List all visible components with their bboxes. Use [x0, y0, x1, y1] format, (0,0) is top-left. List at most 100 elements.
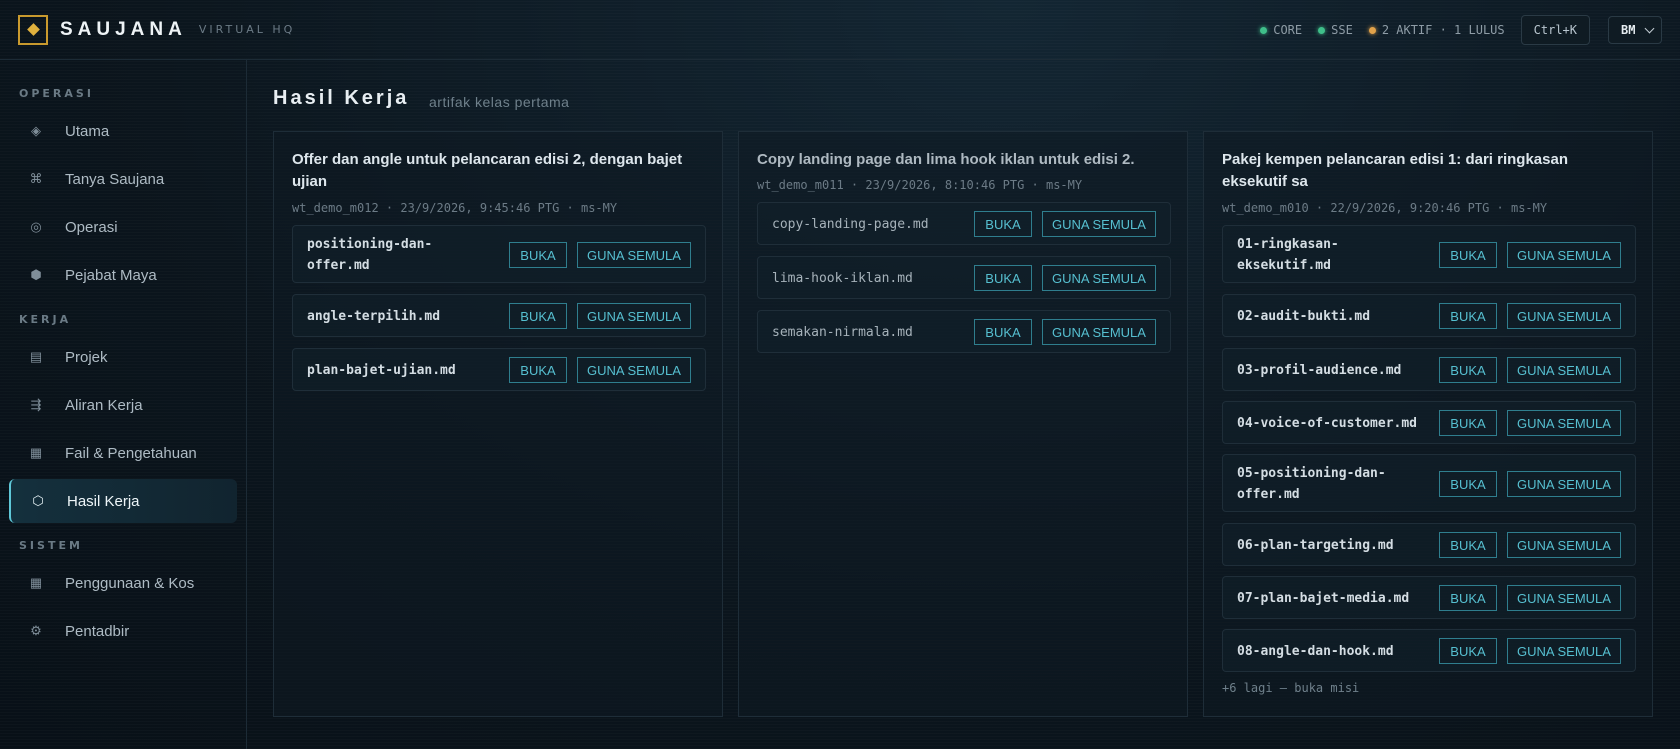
- open-button[interactable]: BUKA: [1439, 638, 1497, 664]
- core-status: CORE: [1260, 23, 1302, 37]
- file-row: 03-profil-audience.md BUKA GUNA SEMULA: [1222, 348, 1636, 391]
- file-row: 06-plan-targeting.md BUKA GUNA SEMULA: [1222, 523, 1636, 566]
- top-bar: SAUJANA VIRTUAL HQ CORE SSE 2 AKTIF · 1 …: [0, 0, 1680, 60]
- logo-icon: [18, 14, 48, 45]
- file-row: semakan-nirmala.md BUKA GUNA SEMULA: [757, 310, 1171, 353]
- sidebar-item-projek[interactable]: ▤ Projek: [9, 335, 237, 379]
- sidebar-item-label: Tanya Saujana: [65, 170, 165, 188]
- mission-title: Pakej kempen pelancaran edisi 1: dari ri…: [1222, 151, 1568, 190]
- sidebar-item-hasil-kerja[interactable]: ⬡ Hasil Kerja: [9, 479, 237, 523]
- open-button[interactable]: BUKA: [974, 319, 1032, 345]
- reuse-button[interactable]: GUNA SEMULA: [1507, 471, 1621, 497]
- language-value: BM: [1621, 23, 1636, 37]
- open-button[interactable]: BUKA: [1439, 303, 1497, 329]
- section-label-kerja: KERJA: [19, 313, 72, 326]
- brand-subtitle: VIRTUAL HQ: [198, 23, 296, 36]
- page-subtitle: artifak kelas pertama: [429, 94, 570, 110]
- sidebar-item-label: Pentadbir: [65, 622, 130, 640]
- file-row: 05-positioning-dan-offer.md BUKA GUNA SE…: [1222, 454, 1636, 512]
- file-name: plan-bajet-ujian.md: [307, 363, 456, 378]
- open-button[interactable]: BUKA: [1439, 357, 1497, 383]
- reuse-button[interactable]: GUNA SEMULA: [1507, 303, 1621, 329]
- sidebar-item-label: Projek: [65, 348, 108, 366]
- language-select[interactable]: BM: [1608, 16, 1662, 44]
- reuse-button[interactable]: GUNA SEMULA: [1042, 265, 1156, 291]
- reuse-button[interactable]: GUNA SEMULA: [1507, 410, 1621, 436]
- command-palette-button[interactable]: Ctrl+K: [1520, 15, 1590, 45]
- file-row: copy-landing-page.md BUKA GUNA SEMULA: [757, 202, 1171, 245]
- reuse-button[interactable]: GUNA SEMULA: [1042, 319, 1156, 345]
- core-status-label: CORE: [1273, 23, 1303, 37]
- sidebar-item-utama[interactable]: ◈ Utama: [9, 109, 237, 153]
- mission-title: Copy landing page dan lima hook iklan un…: [757, 151, 1135, 168]
- open-button[interactable]: BUKA: [974, 211, 1032, 237]
- file-row: angle-terpilih.md BUKA GUNA SEMULA: [292, 294, 706, 337]
- sidebar-item-fail-pengetahuan[interactable]: ▦ Fail & Pengetahuan: [9, 431, 237, 475]
- open-button[interactable]: BUKA: [509, 303, 567, 329]
- file-name: 02-audit-bukti.md: [1237, 309, 1371, 324]
- status-bar: CORE SSE 2 AKTIF · 1 LULUS Ctrl+K BM: [1260, 0, 1680, 60]
- open-button[interactable]: BUKA: [1439, 585, 1497, 611]
- diamond-icon: ◈: [31, 123, 41, 138]
- open-button[interactable]: BUKA: [509, 357, 567, 383]
- settings-icon: ⚙: [30, 623, 42, 638]
- file-row: plan-bajet-ujian.md BUKA GUNA SEMULA: [292, 348, 706, 391]
- sidebar-item-pentadbir[interactable]: ⚙ Pentadbir: [9, 609, 237, 653]
- file-row: 04-voice-of-customer.md BUKA GUNA SEMULA: [1222, 401, 1636, 444]
- mission-meta: wt_demo_m010 · 22/9/2026, 9:20:46 PTG · …: [1222, 201, 1548, 215]
- file-name: positioning-dan-offer.md: [307, 237, 433, 273]
- brand-name: SAUJANA: [60, 18, 187, 40]
- sidebar-item-penggunaan-kos[interactable]: ▦ Penggunaan & Kos: [9, 561, 237, 605]
- file-name: semakan-nirmala.md: [772, 325, 913, 340]
- reuse-button[interactable]: GUNA SEMULA: [1507, 357, 1621, 383]
- grid-icon: ▦: [29, 575, 43, 590]
- file-name: copy-landing-page.md: [772, 217, 929, 232]
- hexagon-icon: ⬢: [30, 267, 42, 282]
- mission-card: Offer dan angle untuk pelancaran edisi 2…: [273, 131, 723, 717]
- open-button[interactable]: BUKA: [1439, 410, 1497, 436]
- reuse-button[interactable]: GUNA SEMULA: [1507, 242, 1621, 268]
- sidebar-item-operasi[interactable]: ◎ Operasi: [9, 205, 237, 249]
- sidebar-item-aliran-kerja[interactable]: ⇶ Aliran Kerja: [9, 383, 237, 427]
- open-button[interactable]: BUKA: [1439, 242, 1497, 268]
- reuse-button[interactable]: GUNA SEMULA: [577, 357, 691, 383]
- file-name: 04-voice-of-customer.md: [1237, 416, 1418, 431]
- sidebar-item-label: Pejabat Maya: [65, 266, 157, 284]
- open-button[interactable]: BUKA: [1439, 471, 1497, 497]
- reuse-button[interactable]: GUNA SEMULA: [1507, 585, 1621, 611]
- mission-status-label: 2 AKTIF · 1 LULUS: [1381, 23, 1505, 37]
- section-label-sistem: SISTEM: [19, 539, 83, 552]
- mission-status: 2 AKTIF · 1 LULUS: [1368, 23, 1505, 37]
- mission-meta: wt_demo_m012 · 23/9/2026, 9:45:46 PTG · …: [292, 201, 618, 215]
- file-row: 08-angle-dan-hook.md BUKA GUNA SEMULA: [1222, 629, 1636, 672]
- sse-status-label: SSE: [1331, 23, 1353, 37]
- open-button[interactable]: BUKA: [1439, 532, 1497, 558]
- flow-icon: ⇶: [30, 397, 42, 412]
- file-row: 07-plan-bajet-media.md BUKA GUNA SEMULA: [1222, 576, 1636, 619]
- mission-meta: wt_demo_m011 · 23/9/2026, 8:10:46 PTG · …: [757, 178, 1083, 192]
- reuse-button[interactable]: GUNA SEMULA: [577, 303, 691, 329]
- file-name: 07-plan-bajet-media.md: [1237, 591, 1410, 606]
- reuse-button[interactable]: GUNA SEMULA: [1507, 532, 1621, 558]
- brand[interactable]: SAUJANA VIRTUAL HQ: [18, 14, 296, 45]
- sidebar-item-label: Utama: [65, 122, 110, 140]
- status-dot-icon: [1318, 26, 1326, 34]
- file-name: 08-angle-dan-hook.md: [1237, 644, 1394, 659]
- sidebar-item-tanya-saujana[interactable]: ⌘ Tanya Saujana: [9, 157, 237, 201]
- sidebar: OPERASI ◈ Utama ⌘ Tanya Saujana ◎ Operas…: [0, 60, 247, 749]
- more-files-link[interactable]: +6 lagi — buka misi: [1222, 681, 1359, 695]
- file-row: positioning-dan-offer.md BUKA GUNA SEMUL…: [292, 225, 706, 283]
- file-name: 05-positioning-dan-offer.md: [1237, 466, 1386, 502]
- sse-status: SSE: [1318, 23, 1353, 37]
- open-button[interactable]: BUKA: [509, 242, 567, 268]
- sidebar-item-label: Aliran Kerja: [65, 396, 143, 414]
- mission-card: Pakej kempen pelancaran edisi 1: dari ri…: [1203, 131, 1653, 717]
- sidebar-item-pejabat-maya[interactable]: ⬢ Pejabat Maya: [9, 253, 237, 297]
- sidebar-item-label: Penggunaan & Kos: [65, 574, 195, 592]
- open-button[interactable]: BUKA: [974, 265, 1032, 291]
- reuse-button[interactable]: GUNA SEMULA: [577, 242, 691, 268]
- file-name: 01-ringkasan-eksekutif.md: [1237, 237, 1339, 273]
- command-icon: ⌘: [29, 171, 43, 186]
- reuse-button[interactable]: GUNA SEMULA: [1042, 211, 1156, 237]
- reuse-button[interactable]: GUNA SEMULA: [1507, 638, 1621, 664]
